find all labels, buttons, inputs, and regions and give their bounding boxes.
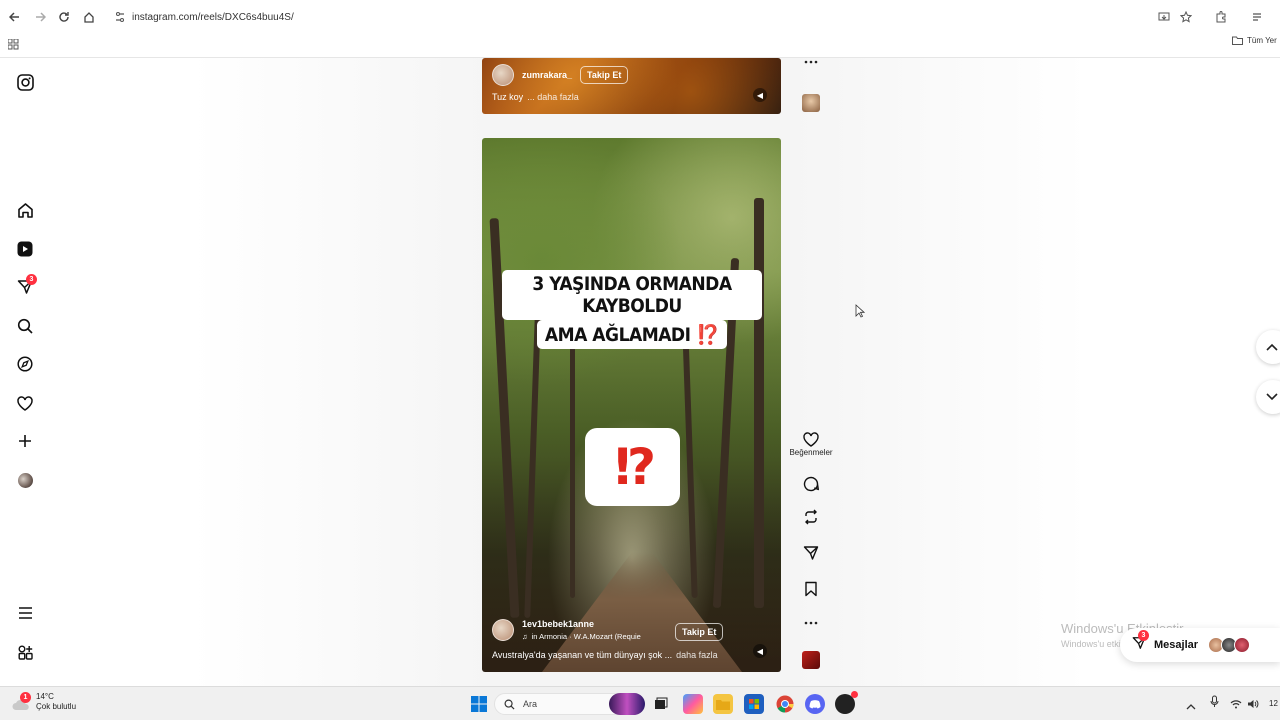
current-reel-audio-title: in Armonia · W.A.Mozart (Requie	[531, 632, 641, 641]
messages-pill-badge: 3	[1138, 629, 1149, 641]
exclamation-question-sticker: ⁉	[585, 428, 680, 506]
more-options-icon[interactable]	[800, 621, 822, 625]
bookmark-star-icon[interactable]	[1178, 9, 1194, 25]
forward-icon[interactable]	[31, 8, 49, 26]
home-icon[interactable]	[14, 199, 36, 221]
audio-thumbnail[interactable]	[802, 651, 820, 669]
current-reel-video[interactable]: 3 YAŞINDA ORMANDA KAYBOLDU AMA AĞLAMADI …	[482, 138, 781, 672]
taskbar-search-box[interactable]: Ara	[494, 693, 645, 715]
like-button[interactable]: Beğenmeler	[789, 432, 833, 457]
current-reel-caption-row: Avustralya'da yaşanan ve tüm dünyayı şok…	[482, 650, 781, 660]
all-bookmarks-label: Tüm Yer	[1247, 36, 1277, 45]
previous-reel-caption-row: Tuz koy ... daha fazla	[482, 92, 781, 102]
weather-description: Çok bulutlu	[36, 702, 77, 711]
app-notification-dot	[851, 691, 858, 698]
previous-reel-follow-button[interactable]: Takip Et	[580, 66, 629, 84]
previous-reel-avatar[interactable]	[492, 64, 514, 86]
chevron-down-icon	[1266, 393, 1278, 401]
install-icon[interactable]	[1156, 9, 1172, 25]
bookmarks-bar: Tüm Yer	[0, 32, 1280, 54]
messages-pill-label: Mesajlar	[1154, 639, 1199, 651]
microphone-icon[interactable]	[1210, 695, 1219, 713]
save-bookmark-icon[interactable]	[800, 581, 822, 597]
task-view-icon[interactable]	[651, 694, 671, 714]
tray-overflow-chevron-icon[interactable]	[1186, 697, 1196, 715]
home-browser-icon[interactable]	[80, 8, 98, 26]
search-highlight-image	[609, 693, 645, 715]
profile-avatar[interactable]	[14, 469, 36, 491]
mouse-cursor-icon	[855, 304, 866, 323]
current-reel-avatar[interactable]	[492, 619, 514, 641]
previous-reel-audio-thumbnail[interactable]	[802, 94, 820, 112]
volume-icon[interactable]	[1247, 696, 1259, 714]
instagram-logo-icon[interactable]	[14, 71, 36, 93]
previous-reel-caption: Tuz koy	[492, 92, 524, 102]
clock[interactable]: 12	[1269, 699, 1278, 708]
search-icon[interactable]	[14, 315, 36, 337]
current-reel-more-link[interactable]: daha fazla	[676, 650, 718, 660]
microsoft-store-icon[interactable]	[744, 694, 764, 714]
address-bar[interactable]: instagram.com/reels/DXC6s4buu4S/	[106, 6, 1206, 28]
chevron-up-icon	[1266, 343, 1278, 351]
previous-reel-header: zumrakara_ Takip Et	[482, 64, 781, 86]
comment-icon[interactable]	[800, 476, 822, 492]
reels-icon[interactable]	[14, 238, 36, 260]
current-reel-volume-icon[interactable]: ◀	[753, 644, 767, 658]
current-reel-follow-button[interactable]: Takip Et	[675, 623, 724, 641]
also-from-meta-icon[interactable]	[14, 641, 36, 663]
share-icon[interactable]	[800, 545, 822, 561]
messages-badge: 3	[26, 274, 37, 285]
weather-temperature: 14°C	[36, 692, 54, 701]
like-label: Beğenmeler	[789, 448, 833, 457]
taskbar-search-icon	[504, 699, 515, 710]
music-note-icon: ♫	[522, 632, 528, 641]
site-info-icon[interactable]	[114, 11, 126, 23]
apps-grid-icon[interactable]	[7, 37, 19, 55]
file-explorer-icon[interactable]	[713, 694, 733, 714]
repost-icon[interactable]	[800, 509, 822, 525]
reading-list-icon[interactable]	[1250, 9, 1266, 25]
notifications-heart-icon[interactable]	[14, 392, 36, 414]
previous-reel-username[interactable]: zumrakara_	[522, 70, 572, 80]
pinned-app-icon[interactable]	[835, 691, 858, 714]
copilot-icon[interactable]	[683, 694, 703, 714]
current-reel-header: 1ev1bebek1anne ♫ in Armonia · W.A.Mozart…	[482, 619, 781, 641]
previous-reel-more-link[interactable]: ... daha fazla	[527, 92, 579, 102]
weather-widget[interactable]: 1 14°C Çok bulutlu	[12, 692, 76, 712]
weather-cloud-icon: 1	[12, 692, 31, 711]
browser-chrome: instagram.com/reels/DXC6s4buu4S/ Tüm Yer	[0, 0, 1280, 58]
sticker-symbol: ⁉	[614, 439, 657, 495]
headline-line-2: AMA AĞLAMADI ⁉️	[536, 320, 728, 349]
messages-pill[interactable]: 3 Mesajlar	[1120, 628, 1280, 662]
back-icon[interactable]	[6, 8, 24, 26]
previous-reel-more-options-icon[interactable]	[800, 60, 822, 64]
current-reel-audio[interactable]: ♫ in Armonia · W.A.Mozart (Requie	[522, 632, 641, 641]
headline-line-1: 3 YAŞINDA ORMANDA KAYBOLDU	[502, 270, 762, 320]
start-windows-icon[interactable]	[469, 694, 489, 714]
messages-icon[interactable]: 3	[14, 274, 37, 298]
windows-taskbar: 1 14°C Çok bulutlu Ara 12	[0, 686, 1280, 720]
create-plus-icon[interactable]	[14, 430, 36, 452]
chrome-icon[interactable]	[775, 694, 795, 714]
more-menu-icon[interactable]	[14, 602, 36, 624]
url-text: instagram.com/reels/DXC6s4buu4S/	[132, 11, 294, 23]
messages-pill-icon: 3	[1132, 629, 1149, 655]
reel-headline: 3 YAŞINDA ORMANDA KAYBOLDU AMA AĞLAMADI …	[502, 270, 762, 349]
messages-pill-avatars	[1208, 637, 1251, 653]
all-bookmarks-folder[interactable]: Tüm Yer	[1232, 36, 1277, 45]
discord-icon[interactable]	[805, 694, 825, 714]
taskbar-search-placeholder: Ara	[523, 699, 538, 709]
reload-icon[interactable]	[55, 8, 73, 26]
previous-reel-volume-icon[interactable]: ◀	[753, 88, 767, 102]
like-heart-icon	[803, 432, 819, 447]
folder-icon	[1232, 36, 1243, 45]
explore-compass-icon[interactable]	[14, 353, 36, 375]
current-reel-username[interactable]: 1ev1bebek1anne	[522, 619, 641, 629]
wifi-icon[interactable]	[1230, 696, 1242, 714]
weather-badge: 1	[20, 692, 31, 703]
extensions-icon[interactable]	[1213, 9, 1229, 25]
instagram-sidebar: 3	[0, 58, 50, 686]
current-reel-caption: Avustralya'da yaşanan ve tüm dünyayı şok…	[492, 650, 673, 660]
previous-reel[interactable]: zumrakara_ Takip Et Tuz koy ... daha faz…	[482, 58, 781, 114]
